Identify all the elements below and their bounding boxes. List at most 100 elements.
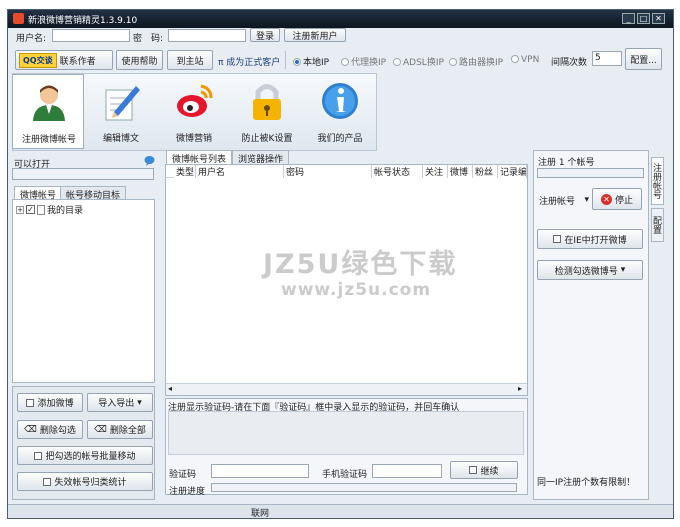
radio-icon <box>293 58 301 66</box>
continue-button[interactable]: 继续 <box>450 461 518 479</box>
lock-icon <box>253 84 281 120</box>
tool-edit-post[interactable]: 编辑博文 <box>85 74 157 149</box>
window-title: 新浪微博营销精灵1.3.9.10 <box>28 16 138 26</box>
radio-icon <box>511 55 519 63</box>
dropdown-arrow-icon: ▾ <box>620 265 626 275</box>
pencil-icon <box>105 86 140 121</box>
column-header[interactable]: 密码 <box>284 165 372 178</box>
delete-all-button[interactable]: ⌫ 删除全部 <box>87 420 153 439</box>
config-button[interactable]: 配置... <box>625 48 662 70</box>
column-header[interactable]: 帐号状态 <box>372 165 423 178</box>
column-header[interactable]: 类型 <box>174 165 196 178</box>
tool-weibo-marketing[interactable]: 微博营销 <box>158 74 230 149</box>
tool-label: 微博营销 <box>175 134 212 144</box>
radio-icon <box>341 58 349 66</box>
username-input[interactable] <box>52 29 130 42</box>
toolbar-divider <box>285 51 286 69</box>
become-customer-link[interactable]: π 成为正式客户 <box>218 55 280 68</box>
captcha-image-area <box>168 411 524 455</box>
column-header[interactable]: 粉丝 <box>473 165 498 178</box>
ip-mode-router[interactable]: 路由器换IP <box>449 55 503 68</box>
continue-icon <box>469 466 478 474</box>
tree-node-root[interactable]: + ✓ 我的目录 <box>16 203 83 216</box>
captcha-label: 验证码 <box>169 470 197 480</box>
tool-register-account[interactable]: 注册微博帐号 <box>12 74 84 149</box>
tree-root-label: 我的目录 <box>47 206 84 216</box>
interval-stepper[interactable]: 5 <box>592 51 622 66</box>
register-count: 注册 1 个帐号 <box>538 158 595 168</box>
contact-author-label: 联系作者 <box>59 56 96 67</box>
ip-mode-vpn[interactable]: VPN <box>511 55 539 65</box>
stats-icon <box>43 477 52 486</box>
password-input[interactable] <box>168 29 246 42</box>
minimize-button[interactable]: _ <box>622 13 635 24</box>
username-label: 用户名: <box>16 34 47 44</box>
qq-badge: QQ交谈 <box>19 52 57 68</box>
radio-icon <box>449 58 457 66</box>
browser-icon <box>553 235 562 243</box>
help-button[interactable]: 使用帮助 <box>116 50 163 70</box>
ip-mode-proxy[interactable]: 代理换IP <box>341 55 386 68</box>
status-text: 联网 <box>251 509 270 519</box>
interval-label: 间隔次数 <box>551 58 588 68</box>
eraser-icon: ⌫ <box>24 424 37 435</box>
info-icon <box>322 83 358 119</box>
column-header[interactable]: 关注 <box>423 165 448 178</box>
invalid-stats-button[interactable]: 失效帐号归类统计 <box>17 472 153 491</box>
account-tree[interactable]: + ✓ 我的目录 <box>12 199 155 383</box>
open-in-ie-button[interactable]: 在IE中打开微博 <box>537 229 643 249</box>
dropdown-arrow-icon: ▾ <box>137 397 142 408</box>
tool-anti-ban[interactable]: 防止被K设置 <box>231 74 303 149</box>
register-user-button[interactable]: 注册新用户 <box>284 28 346 42</box>
ip-mode-adsl[interactable]: ADSL换IP <box>393 55 444 68</box>
delete-checked-button[interactable]: ⌫ 删除勾选 <box>17 420 83 439</box>
ip-mode-local[interactable]: 本地IP <box>293 55 329 68</box>
stop-button[interactable]: ✕ 停止 <box>592 188 642 210</box>
chat-bubble-icon[interactable] <box>144 155 155 166</box>
column-header[interactable]: 微博 <box>448 165 473 178</box>
register-progress <box>537 168 644 178</box>
folder-icon <box>37 204 45 215</box>
main-site-button[interactable]: 到主站 <box>167 50 213 70</box>
side-tab-config[interactable]: 配置 <box>651 208 664 242</box>
register-progress-bar <box>211 483 517 492</box>
tool-label: 注册微博帐号 <box>21 135 76 145</box>
tool-label: 我们的产品 <box>317 134 363 144</box>
progress-label: 注册进度 <box>169 487 206 497</box>
column-header[interactable]: 记录编 <box>498 165 527 178</box>
user-icon <box>33 85 65 121</box>
watermark-title: JZ5U绿色下载 <box>263 249 458 280</box>
chevron-down-icon: ▾ <box>584 195 589 205</box>
ip-limit-note: 同一IP注册个数有限制！ <box>537 478 636 488</box>
app-window: 新浪微博营销精灵1.3.9.10 _ □ ✕ 用户名: 密 码: 登录 注册新用… <box>7 9 674 519</box>
check-weibo-button[interactable]: 检测勾选微博号 ▾ <box>537 260 643 280</box>
tool-label: 编辑博文 <box>102 134 139 144</box>
batch-move-button[interactable]: 把勾选的帐号批量移动 <box>17 446 153 465</box>
scroll-right-icon[interactable]: ▸ <box>518 384 522 393</box>
tool-label: 防止被K设置 <box>241 134 293 144</box>
side-tab-register[interactable]: 注册帐号 <box>651 157 664 205</box>
expand-icon[interactable]: + <box>16 205 24 214</box>
captcha-input[interactable] <box>211 464 309 478</box>
stop-icon: ✕ <box>600 193 612 205</box>
add-weibo-button[interactable]: 添加微博 <box>17 393 83 412</box>
watermark-url: www.jz5u.com <box>281 280 432 300</box>
close-button[interactable]: ✕ <box>652 13 665 24</box>
register-mode-select[interactable]: 注册帐号 ▾ <box>537 192 591 208</box>
phone-captcha-label: 手机验证码 <box>322 470 368 480</box>
tool-our-products[interactable]: 我们的产品 <box>304 74 376 149</box>
password-label: 密 码: <box>133 34 164 44</box>
horizontal-scrollbar[interactable]: ◂ ▸ <box>166 383 527 395</box>
move-icon <box>34 451 43 460</box>
login-button[interactable]: 登录 <box>250 28 280 42</box>
column-header[interactable]: 用户名 <box>196 165 284 178</box>
title-bar: 新浪微博营销精灵1.3.9.10 _ □ ✕ <box>8 10 673 28</box>
eraser-icon: ⌫ <box>94 424 107 435</box>
qq-contact-button[interactable]: QQ交谈 联系作者 <box>15 50 113 70</box>
checkbox-icon[interactable]: ✓ <box>26 205 35 214</box>
scroll-left-icon[interactable]: ◂ <box>168 384 172 393</box>
maximize-button[interactable]: □ <box>637 13 650 24</box>
table-header: 类型 用户名 密码 帐号状态 关注 微博 粉丝 记录编 <box>166 165 527 178</box>
import-export-button[interactable]: 导入导出 ▾ <box>87 393 153 412</box>
phone-captcha-input[interactable] <box>372 464 442 478</box>
